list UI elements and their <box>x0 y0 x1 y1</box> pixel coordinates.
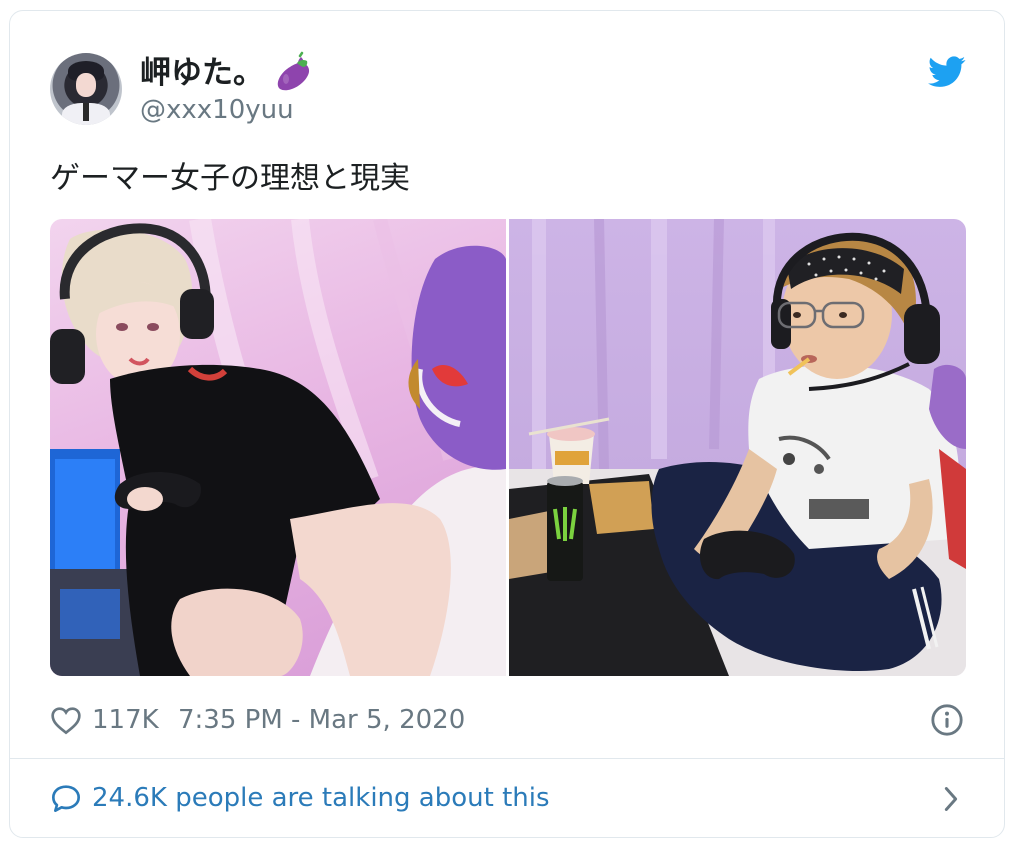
people-talking-text[interactable]: 24.6K people are talking about this <box>92 779 550 817</box>
tweet-text: ゲーマー女子の理想と現実 <box>50 161 410 196</box>
info-icon[interactable] <box>930 703 964 737</box>
display-name[interactable]: 岬ゆた。 <box>140 55 264 91</box>
footer-divider <box>10 758 1004 759</box>
conversation-link[interactable]: 24.6K people are talking about this <box>50 779 962 819</box>
tweet-media[interactable] <box>50 219 966 676</box>
twitter-bird-icon[interactable] <box>928 56 966 88</box>
speech-bubble-icon <box>52 785 80 813</box>
user-avatar[interactable] <box>50 53 122 125</box>
tweet-card[interactable]: 岬ゆた。 @xxx10yuu ゲーマー女子の理想と現実 117K 7:35 PM… <box>9 10 1005 838</box>
tweet-timestamp[interactable]: 7:35 PM - Mar 5, 2020 <box>178 703 465 737</box>
like-count[interactable]: 117K <box>92 703 159 737</box>
eggplant-icon <box>277 51 310 91</box>
username[interactable]: @xxx10yuu <box>140 95 294 125</box>
photo-ideal-gamer-girl[interactable] <box>50 219 506 676</box>
photo-reality-gamer-girl[interactable] <box>509 219 966 676</box>
chevron-right-icon[interactable] <box>940 785 962 813</box>
heart-icon[interactable] <box>50 705 82 735</box>
